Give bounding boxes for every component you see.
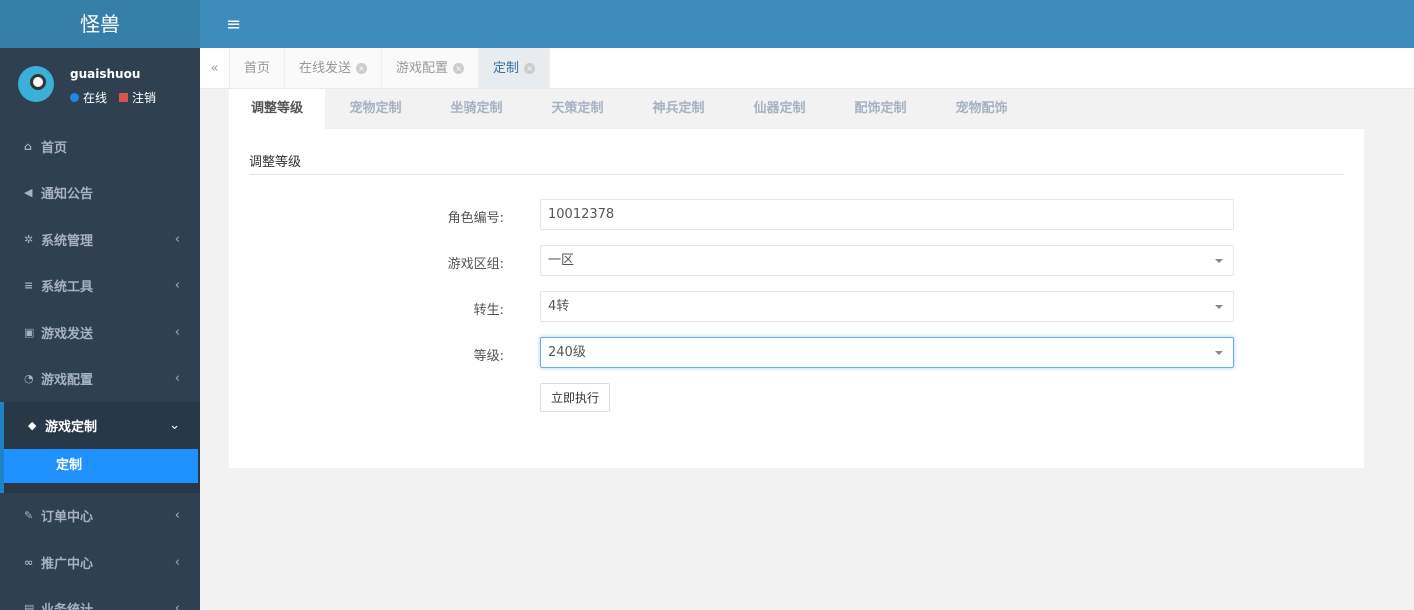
logout-icon[interactable] xyxy=(119,93,129,102)
dashboard-icon: ◔ xyxy=(24,372,34,386)
sidebar-item-game-config[interactable]: ◔ 游戏配置 ‹ xyxy=(0,356,200,403)
rebirth-label: 转生: xyxy=(473,303,504,318)
caret-down-icon xyxy=(1215,351,1223,359)
execute-button[interactable]: 立即执行 xyxy=(540,383,611,412)
subtab-adjust-level[interactable]: 调整等级 xyxy=(229,89,325,129)
sidebar-item-notice[interactable]: ◀ 通知公告 xyxy=(0,170,200,217)
chevron-left-icon: ‹ xyxy=(174,554,180,570)
gift-icon: ▣ xyxy=(24,325,35,339)
cube-icon: ◆ xyxy=(28,418,37,432)
handshake-icon: ∞ xyxy=(24,555,34,569)
zone-label: 游戏区组: xyxy=(447,257,504,272)
avatar xyxy=(18,66,54,102)
sidebar-subitem-custom[interactable]: 定制 xyxy=(4,448,198,483)
logout-link[interactable]: 注销 xyxy=(132,89,156,106)
chevron-left-icon: ‹ xyxy=(174,324,180,340)
bars-icon: ≡ xyxy=(24,279,34,293)
caret-down-icon xyxy=(1215,305,1223,313)
content-tabs: 调整等级 宠物定制 坐骑定制 天策定制 神兵定制 仙器定制 配饰定制 宠物配饰 xyxy=(229,89,1032,129)
tab-online-send[interactable]: 在线发送 × xyxy=(285,48,383,88)
tabs-scroll-left-icon[interactable]: « xyxy=(200,48,230,88)
subtab-accessory[interactable]: 配饰定制 xyxy=(830,89,931,129)
level-label: 等级: xyxy=(473,349,504,364)
user-panel: guaishuou 在线 注销 xyxy=(0,48,200,123)
chevron-left-icon: ‹ xyxy=(174,508,180,524)
tab-home[interactable]: 首页 xyxy=(230,48,286,88)
sidebar-item-home[interactable]: ⌂ 首页 xyxy=(0,123,200,170)
subtab-artifact[interactable]: 仙器定制 xyxy=(729,89,830,129)
zone-select[interactable]: 一区 xyxy=(540,245,1234,276)
sidebar-item-orders[interactable]: ✎ 订单中心 ‹ xyxy=(0,493,200,540)
chevron-left-icon: ‹ xyxy=(174,278,180,294)
chart-icon: ▤ xyxy=(24,602,35,610)
form-panel: 调整等级 角色编号: 游戏区组: 一区 转生: 4转 等级: 240级 立即执行 xyxy=(229,129,1364,468)
role-label: 角色编号: xyxy=(447,211,504,226)
close-icon[interactable]: × xyxy=(524,62,536,74)
online-status: 在线 xyxy=(83,91,108,105)
page-tabs: « 首页 在线发送 × 游戏配置 × 定制 × xyxy=(200,48,1414,89)
user-name: guaishuou xyxy=(70,67,141,81)
level-select[interactable]: 240级 xyxy=(540,337,1234,368)
chevron-left-icon: ‹ xyxy=(174,371,180,387)
caret-down-icon xyxy=(1215,259,1223,267)
subtab-pet[interactable]: 宠物定制 xyxy=(325,89,426,129)
sidebar-item-system[interactable]: ✲ 系统管理 ‹ xyxy=(0,216,200,263)
subtab-weapon[interactable]: 神兵定制 xyxy=(628,89,729,129)
panel-title: 调整等级 xyxy=(249,151,1344,175)
sidebar-item-game-send[interactable]: ▣ 游戏发送 ‹ xyxy=(0,309,200,356)
role-id-input[interactable] xyxy=(540,199,1234,230)
app-logo: 怪兽 xyxy=(0,0,200,48)
chevron-down-icon: ⌄ xyxy=(169,417,180,433)
bullhorn-icon: ◀ xyxy=(24,186,33,200)
chevron-left-icon: ‹ xyxy=(174,231,180,247)
tab-game-config[interactable]: 游戏配置 × xyxy=(382,48,480,88)
sidebar-item-promotion[interactable]: ∞ 推广中心 ‹ xyxy=(0,539,200,586)
brush-icon: ✎ xyxy=(24,509,34,523)
close-icon[interactable]: × xyxy=(356,62,368,74)
online-dot-icon xyxy=(70,93,79,102)
top-bar: ≡ xyxy=(200,0,1414,48)
subtab-pet-accessory[interactable]: 宠物配饰 xyxy=(931,89,1032,129)
hamburger-icon[interactable]: ≡ xyxy=(226,14,241,35)
home-icon: ⌂ xyxy=(24,139,32,153)
sidebar-item-tools[interactable]: ≡ 系统工具 ‹ xyxy=(0,263,200,310)
chevron-left-icon: ‹ xyxy=(174,601,180,610)
sidebar: 怪兽 guaishuou 在线 注销 ⌂ 首页 ◀ 通知公告 ✲ 系统管理 ‹ ≡ 系统工具… xyxy=(0,0,200,610)
subtab-tiance[interactable]: 天策定制 xyxy=(527,89,628,129)
sidebar-item-stats[interactable]: ▤业务统计‹ xyxy=(0,586,200,610)
subtab-mount[interactable]: 坐骑定制 xyxy=(426,89,527,129)
tab-custom[interactable]: 定制 × xyxy=(479,48,551,88)
close-icon[interactable]: × xyxy=(453,62,465,74)
sidebar-item-game-custom[interactable]: ◆ 游戏定制 ⌄ xyxy=(0,402,200,449)
gear-icon: ✲ xyxy=(24,232,34,246)
rebirth-select[interactable]: 4转 xyxy=(540,291,1234,322)
